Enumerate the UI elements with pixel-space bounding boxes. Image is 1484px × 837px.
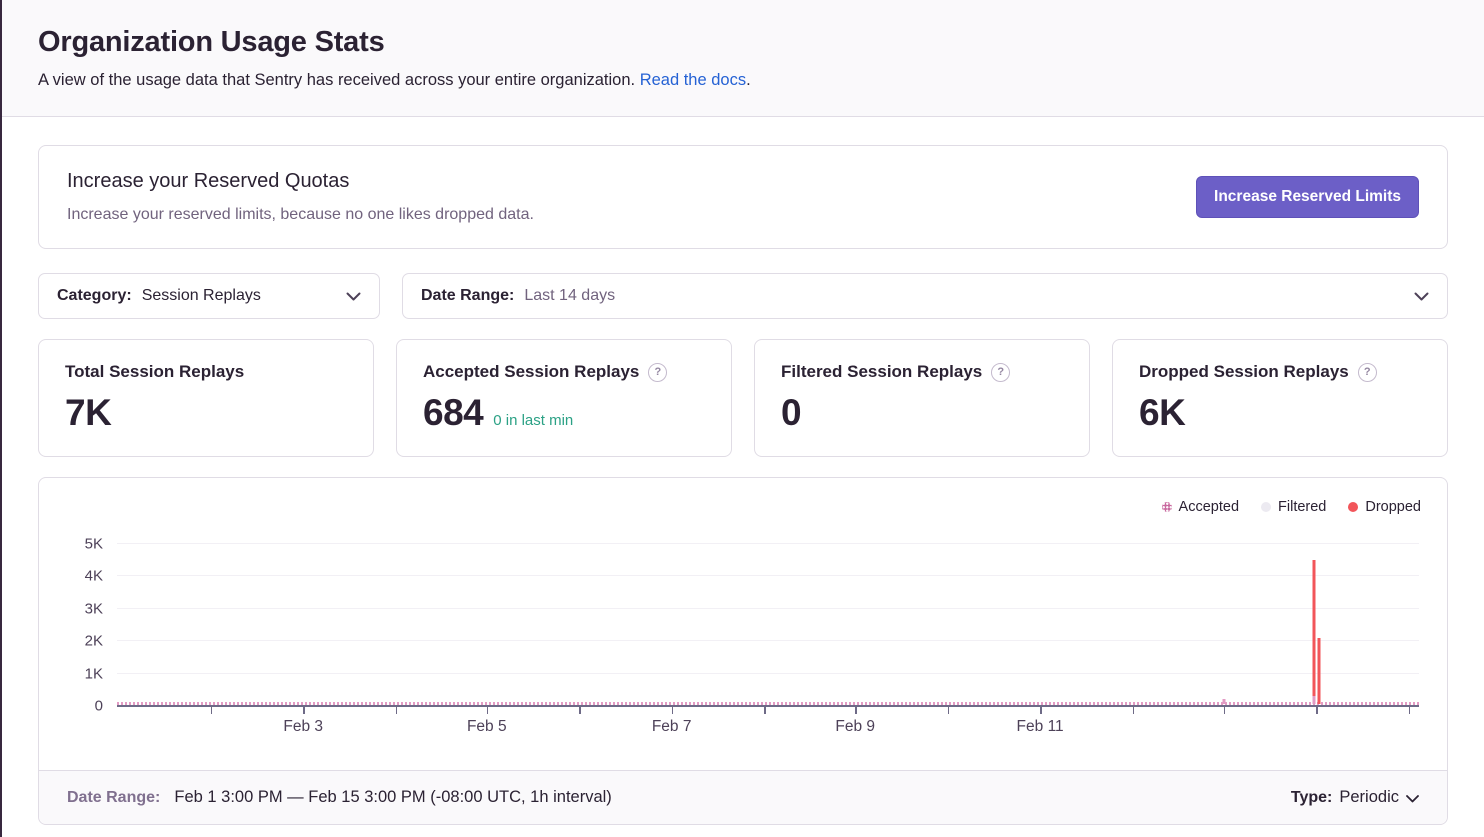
stat-value: 684	[423, 392, 483, 434]
dropped-series-dot-icon	[1348, 502, 1358, 512]
x-tick	[1040, 707, 1042, 714]
quota-text: Increase your Reserved Quotas Increase y…	[67, 170, 534, 224]
stat-card-total: Total Session Replays 7K	[38, 339, 374, 457]
stat-card-filtered: Filtered Session Replays ? 0	[754, 339, 1090, 457]
y-tick-label: 1K	[85, 665, 103, 682]
gridline	[117, 608, 1419, 609]
y-tick-label: 0	[95, 698, 103, 715]
x-tick	[1316, 707, 1318, 714]
stat-subvalue: 0 in last min	[493, 412, 573, 429]
chevron-down-icon	[1406, 795, 1419, 803]
x-tick	[672, 707, 674, 714]
footer-date-range-value: Feb 1 3:00 PM — Feb 15 3:00 PM (-08:00 U…	[174, 788, 611, 807]
legend-label: Dropped	[1365, 499, 1421, 515]
quota-title: Increase your Reserved Quotas	[67, 170, 534, 193]
footer-date-range-label: Date Range:	[67, 789, 160, 807]
stat-card-row: Total Session Replays 7K Accepted Sessio…	[38, 339, 1448, 457]
usage-chart-card: Accepted Filtered Dropped 01K2	[38, 477, 1448, 825]
gridline	[117, 575, 1419, 576]
legend-label: Filtered	[1278, 499, 1326, 515]
help-icon[interactable]: ?	[1358, 363, 1377, 382]
stat-value: 6K	[1139, 392, 1185, 434]
stat-label: Filtered Session Replays	[781, 362, 982, 382]
x-tick-label: Feb 5	[467, 718, 507, 736]
footer-date-range: Date Range: Feb 1 3:00 PM — Feb 15 3:00 …	[67, 788, 612, 807]
accepted-series-dot-icon	[1162, 502, 1172, 512]
x-tick-label: Feb 3	[283, 718, 323, 736]
chart-legend: Accepted Filtered Dropped	[65, 496, 1421, 518]
chevron-down-icon	[346, 292, 361, 301]
stat-value: 0	[781, 392, 801, 434]
x-tick	[487, 707, 489, 714]
x-tick	[1409, 707, 1411, 714]
subtitle-period: .	[746, 71, 751, 89]
category-select[interactable]: Category: Session Replays	[38, 273, 380, 319]
help-icon[interactable]: ?	[648, 363, 667, 382]
x-tick	[764, 707, 766, 714]
legend-item-accepted[interactable]: Accepted	[1162, 499, 1239, 515]
page-header: Organization Usage Stats A view of the u…	[2, 0, 1484, 117]
gridline	[117, 543, 1419, 544]
main-content: Increase your Reserved Quotas Increase y…	[2, 117, 1484, 825]
date-range-value: Last 14 days	[524, 287, 615, 305]
x-tick	[579, 707, 581, 714]
stat-card-dropped: Dropped Session Replays ? 6K	[1112, 339, 1448, 457]
x-tick	[303, 707, 305, 714]
subtitle-text: A view of the usage data that Sentry has…	[38, 71, 635, 89]
type-label: Type:	[1291, 789, 1332, 807]
chart-plot: 01K2K3K4K5KFeb 3Feb 5Feb 7Feb 9Feb 11	[117, 544, 1419, 706]
category-value: Session Replays	[142, 287, 261, 305]
type-value: Periodic	[1339, 788, 1399, 807]
filter-row: Category: Session Replays Date Range: La…	[38, 273, 1448, 319]
accepted-bar	[1313, 696, 1316, 704]
stat-label: Accepted Session Replays	[423, 362, 639, 382]
y-tick-label: 3K	[85, 600, 103, 617]
stat-label: Dropped Session Replays	[1139, 362, 1349, 382]
page-subtitle: A view of the usage data that Sentry has…	[38, 71, 1448, 90]
quota-description: Increase your reserved limits, because n…	[67, 206, 534, 224]
read-the-docs-link[interactable]: Read the docs	[640, 71, 746, 89]
usage-stats-page: Organization Usage Stats A view of the u…	[0, 0, 1484, 837]
x-tick-label: Feb 9	[835, 718, 875, 736]
x-tick	[211, 707, 213, 714]
legend-item-dropped[interactable]: Dropped	[1348, 499, 1421, 515]
legend-label: Accepted	[1179, 499, 1239, 515]
stat-card-accepted: Accepted Session Replays ? 684 0 in last…	[396, 339, 732, 457]
chart-area: Accepted Filtered Dropped 01K2	[39, 478, 1447, 770]
y-tick-label: 5K	[85, 536, 103, 553]
stat-label: Total Session Replays	[65, 362, 244, 382]
legend-item-filtered[interactable]: Filtered	[1261, 499, 1326, 515]
category-label: Category:	[57, 287, 132, 305]
x-tick	[855, 707, 857, 714]
page-title: Organization Usage Stats	[38, 26, 1448, 59]
stat-value: 7K	[65, 392, 111, 434]
dropped-bar	[1317, 638, 1320, 704]
x-tick	[1133, 707, 1135, 714]
x-tick	[948, 707, 950, 714]
help-icon[interactable]: ?	[991, 363, 1010, 382]
date-range-select[interactable]: Date Range: Last 14 days	[402, 273, 1448, 319]
date-range-label: Date Range:	[421, 287, 514, 305]
x-axis-label-area	[65, 706, 1421, 770]
x-tick	[1224, 707, 1226, 714]
x-tick	[396, 707, 398, 714]
x-tick-label: Feb 11	[1017, 718, 1064, 736]
gridline	[117, 640, 1419, 641]
chart-plot-wrap: 01K2K3K4K5KFeb 3Feb 5Feb 7Feb 9Feb 11	[117, 544, 1419, 706]
filtered-series-dot-icon	[1261, 502, 1271, 512]
type-select[interactable]: Type: Periodic	[1291, 788, 1419, 807]
reserved-quota-banner: Increase your Reserved Quotas Increase y…	[38, 145, 1448, 249]
x-axis-line	[117, 705, 1419, 707]
chevron-down-icon	[1414, 292, 1429, 301]
accepted-bar	[1223, 699, 1226, 704]
gridline	[117, 673, 1419, 674]
x-tick-label: Feb 7	[652, 718, 692, 736]
chart-footer: Date Range: Feb 1 3:00 PM — Feb 15 3:00 …	[39, 770, 1447, 824]
increase-reserved-limits-button[interactable]: Increase Reserved Limits	[1196, 176, 1419, 218]
y-tick-label: 4K	[85, 568, 103, 585]
y-tick-label: 2K	[85, 633, 103, 650]
dropped-bar	[1313, 560, 1316, 696]
